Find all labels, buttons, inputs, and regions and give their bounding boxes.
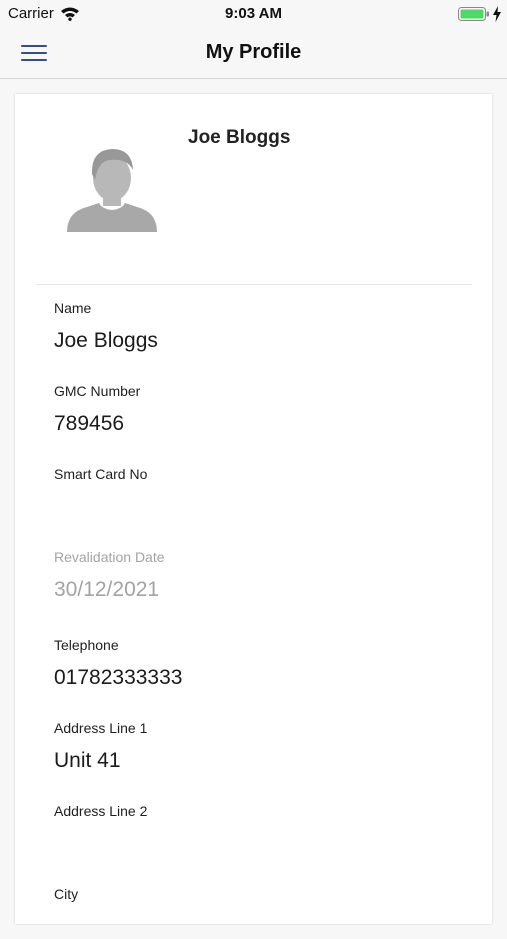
divider [36, 284, 472, 285]
navigation-bar: My Profile [0, 28, 507, 79]
profile-name: Joe Bloggs [188, 127, 291, 148]
field-label: Address Line 1 [54, 720, 148, 736]
field-label: GMC Number [54, 383, 141, 399]
field-label: Revalidation Date [54, 549, 165, 565]
field-label: Name [54, 300, 92, 316]
battery-icon [458, 7, 489, 21]
telephone-input[interactable]: 01782333333 [54, 666, 464, 690]
name-input[interactable]: Joe Bloggs [54, 329, 464, 353]
gmc-number-input[interactable]: 789456 [54, 412, 464, 436]
profile-card: Joe Bloggs Name Joe Bloggs GMC Number 78… [15, 94, 492, 924]
field-revalidation-date: Revalidation Date 30/12/2021 [54, 549, 464, 602]
revalidation-date-value: 30/12/2021 [54, 578, 160, 601]
charging-bolt-icon [493, 6, 501, 22]
field-address-line-1[interactable]: Address Line 1 Unit 41 [54, 720, 464, 773]
avatar-placeholder-icon [67, 149, 157, 232]
field-label: Smart Card No [54, 466, 148, 482]
city-input[interactable] [54, 915, 464, 939]
address-line-2-input[interactable] [54, 832, 464, 856]
field-telephone[interactable]: Telephone 01782333333 [54, 637, 464, 690]
field-label: Telephone [54, 637, 119, 653]
field-gmc-number[interactable]: GMC Number 789456 [54, 383, 464, 436]
field-name[interactable]: Name Joe Bloggs [54, 300, 464, 353]
page-title: My Profile [205, 41, 302, 63]
status-time: 9:03 AM [225, 5, 282, 22]
field-label: Address Line 2 [54, 803, 148, 819]
field-address-line-2[interactable]: Address Line 2 [54, 803, 464, 856]
field-smart-card-no[interactable]: Smart Card No [54, 466, 464, 519]
status-bar: Carrier 9:03 AM [0, 0, 507, 28]
field-city[interactable]: City [54, 886, 464, 939]
address-line-1-input[interactable]: Unit 41 [54, 749, 464, 773]
smart-card-no-input[interactable] [54, 495, 464, 519]
